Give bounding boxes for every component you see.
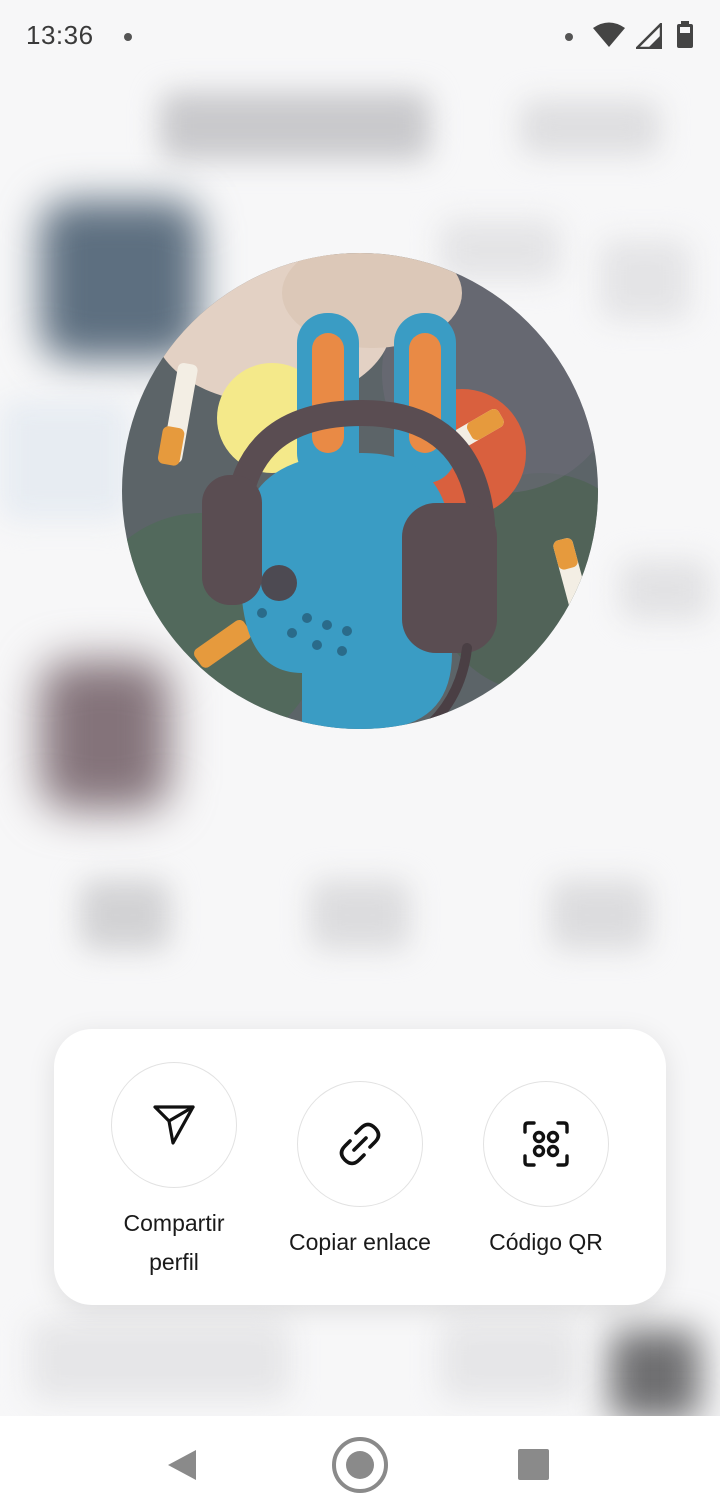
- profile-avatar: [122, 253, 598, 729]
- battery-icon: [677, 21, 693, 48]
- link-icon: [339, 1122, 381, 1166]
- share-profile-label: Compartir perfil: [123, 1210, 225, 1275]
- share-profile-circle[interactable]: [111, 1062, 237, 1188]
- qr-code-button[interactable]: Código QR: [451, 1081, 641, 1262]
- qr-code-circle[interactable]: [483, 1081, 609, 1207]
- back-icon[interactable]: [166, 1448, 198, 1482]
- copy-link-label: Copiar enlace: [289, 1229, 431, 1255]
- send-icon: [153, 1105, 195, 1145]
- share-menu-card: Compartir perfil Copiar enlace Código QR: [54, 1029, 666, 1305]
- qr-code-icon: [523, 1121, 569, 1167]
- copy-link-button[interactable]: Copiar enlace: [265, 1081, 455, 1262]
- home-icon[interactable]: [331, 1436, 389, 1494]
- signal-icon: [636, 23, 662, 49]
- navigation-bar: [0, 1416, 720, 1512]
- recents-icon[interactable]: [518, 1449, 549, 1480]
- copy-link-circle[interactable]: [297, 1081, 423, 1207]
- status-dot-icon: [565, 33, 573, 41]
- notification-dot-icon: [124, 33, 132, 41]
- qr-code-label: Código QR: [489, 1229, 603, 1255]
- status-bar: 13:36: [0, 0, 720, 72]
- status-time: 13:36: [26, 20, 94, 50]
- share-profile-button[interactable]: Compartir perfil: [79, 1062, 269, 1282]
- wifi-icon: [593, 22, 625, 47]
